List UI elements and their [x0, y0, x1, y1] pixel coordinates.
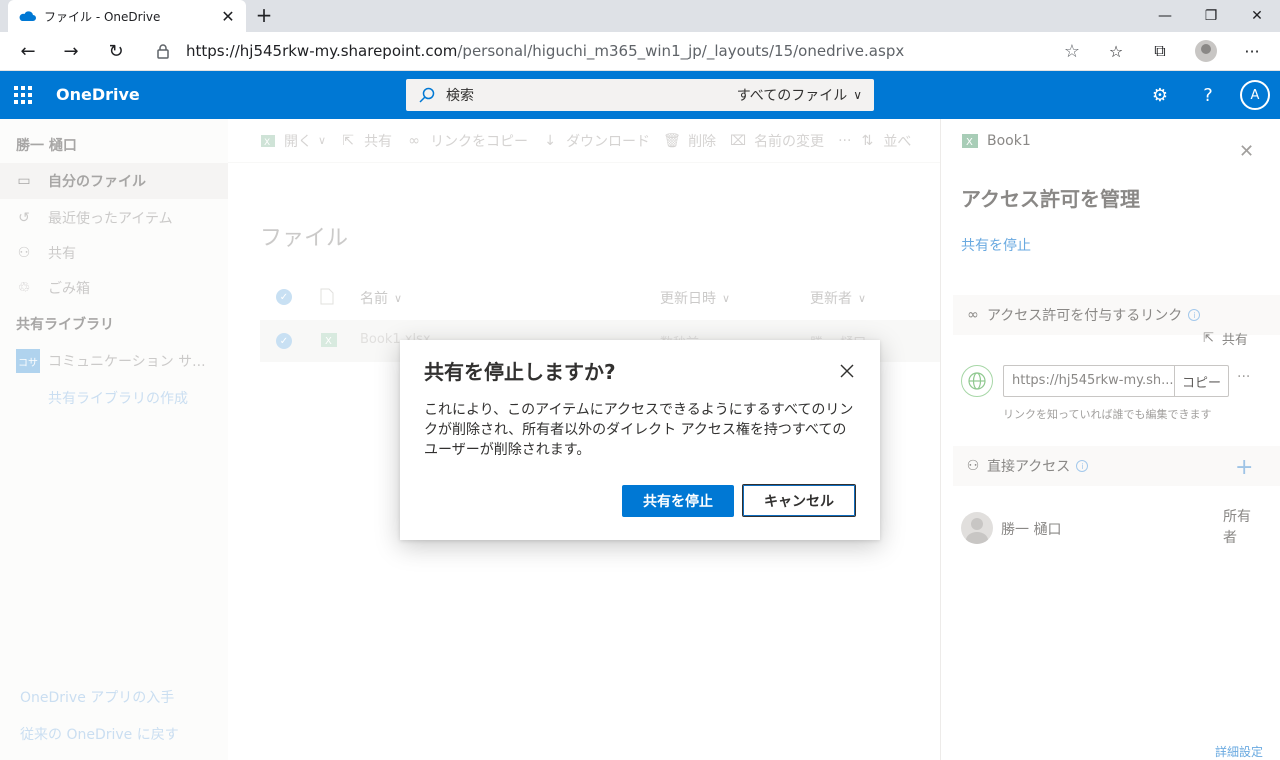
account-manager-icon[interactable]: A [1240, 80, 1270, 110]
tab-close-icon[interactable]: ✕ [220, 7, 236, 26]
new-tab-icon[interactable]: + [252, 4, 276, 28]
stop-sharing-link[interactable]: 共有を停止 [961, 235, 1031, 255]
window-close-icon[interactable]: ✕ [1234, 0, 1280, 32]
browser-tab[interactable]: ファイル - OneDrive ✕ [8, 0, 246, 32]
search-box[interactable]: 検索 すべてのファイル ∨ [406, 79, 874, 111]
back-icon[interactable]: ← [13, 36, 43, 66]
profile-avatar[interactable] [1193, 38, 1219, 64]
person-name: 勝一 樋口 [1001, 522, 1062, 538]
confirm-stop-sharing-button[interactable]: 共有を停止 [622, 485, 734, 517]
pane-share-button[interactable]: ⇱ 共有 [1203, 329, 1248, 348]
dialog-message: これにより、このアイテムにアクセスできるようにするすべてのリンクが削除され、所有… [424, 402, 854, 458]
manage-access-pane: X Book1 ✕ アクセス許可を管理 共有を停止 ∞ アクセス許可を付与するリ… [940, 119, 1280, 760]
pane-file-header: X Book1 [961, 133, 1031, 149]
pane-share-label: 共有 [1221, 333, 1248, 348]
share-link-field[interactable]: https://hj545rkw-my.sh... コピー [1003, 365, 1229, 397]
info-icon[interactable]: i [1076, 460, 1089, 472]
pane-close-icon[interactable]: ✕ [1239, 141, 1254, 162]
address-bar[interactable]: https://hj545rkw-my.sharepoint.com/perso… [144, 35, 1090, 67]
dialog-title: 共有を停止しますか? [424, 360, 616, 384]
search-scope-dropdown[interactable]: すべてのファイル ∨ [737, 85, 862, 105]
browser-tab-strip: ファイル - OneDrive ✕ + — ❐ ✕ [0, 0, 1280, 32]
stop-sharing-dialog: 共有を停止しますか? これにより、このアイテムにアクセスできるようにするすべての… [400, 340, 880, 540]
favorites-icon[interactable]: ☆ [1103, 38, 1129, 64]
minimize-icon[interactable]: — [1142, 0, 1188, 32]
app-name[interactable]: OneDrive [56, 85, 140, 104]
chevron-down-icon: ∨ [853, 88, 862, 102]
pane-heading: アクセス許可を管理 [961, 187, 1140, 211]
link-description: リンクを知っていれば誰でも編集できます [1003, 408, 1212, 421]
info-icon[interactable]: i [1188, 309, 1201, 321]
globe-icon [961, 365, 993, 397]
url-host: https://hj545rkw-my.sharepoint.com [186, 42, 458, 60]
excel-icon: X [962, 134, 978, 148]
url-path: /personal/higuchi_m365_win1_jp/_layouts/… [457, 42, 905, 60]
browser-menu-icon[interactable]: ··· [1239, 38, 1265, 64]
restore-icon[interactable]: ❐ [1188, 0, 1234, 32]
collections-icon[interactable]: ⧉ [1147, 38, 1173, 64]
onedrive-cloud-icon [19, 11, 36, 21]
links-section-label: アクセス許可を付与するリンク [987, 308, 1183, 324]
share-link-url[interactable]: https://hj545rkw-my.sh... [1004, 366, 1174, 396]
lock-icon [157, 44, 169, 59]
add-people-icon[interactable]: + [1235, 455, 1253, 480]
advanced-settings-link[interactable]: 詳細設定 [1215, 743, 1263, 760]
link-icon: ∞ [967, 307, 979, 323]
browser-toolbar: ← → ↻ https://hj545rkw-my.sharepoint.com… [0, 32, 1280, 71]
url-text: https://hj545rkw-my.sharepoint.com/perso… [186, 42, 904, 60]
search-scope-label: すべてのファイル [736, 88, 848, 104]
avatar [961, 512, 993, 544]
refresh-icon[interactable]: ↻ [101, 36, 131, 66]
cancel-button[interactable]: キャンセル [742, 484, 856, 517]
help-icon[interactable]: ? [1194, 81, 1222, 109]
copy-link-button[interactable]: コピー [1174, 366, 1228, 396]
favorite-star-icon[interactable]: ☆ [1064, 41, 1080, 62]
person-icon: ⚇ [966, 458, 980, 474]
settings-gear-icon[interactable]: ⚙ [1146, 81, 1174, 109]
suite-header: OneDrive 検索 すべてのファイル ∨ ⚙ ? A [0, 71, 1280, 119]
search-input[interactable]: 検索 [446, 85, 737, 105]
app-launcher-icon[interactable] [14, 86, 32, 104]
forward-icon[interactable]: → [56, 36, 86, 66]
profile-avatar-image [1195, 40, 1217, 62]
direct-access-section-header: ⚇ 直接アクセス i [953, 446, 1280, 486]
direct-access-label: 直接アクセス [987, 459, 1071, 475]
share-icon: ⇱ [1203, 331, 1214, 346]
dialog-close-icon[interactable] [838, 362, 856, 380]
svg-text:X: X [966, 137, 973, 148]
link-more-options-icon[interactable]: ··· [1237, 369, 1250, 385]
person-role[interactable]: 所有者 [1223, 507, 1255, 549]
browser-tab-title: ファイル - OneDrive [44, 9, 161, 24]
pane-file-name: Book1 [987, 133, 1031, 149]
search-icon [419, 87, 435, 103]
